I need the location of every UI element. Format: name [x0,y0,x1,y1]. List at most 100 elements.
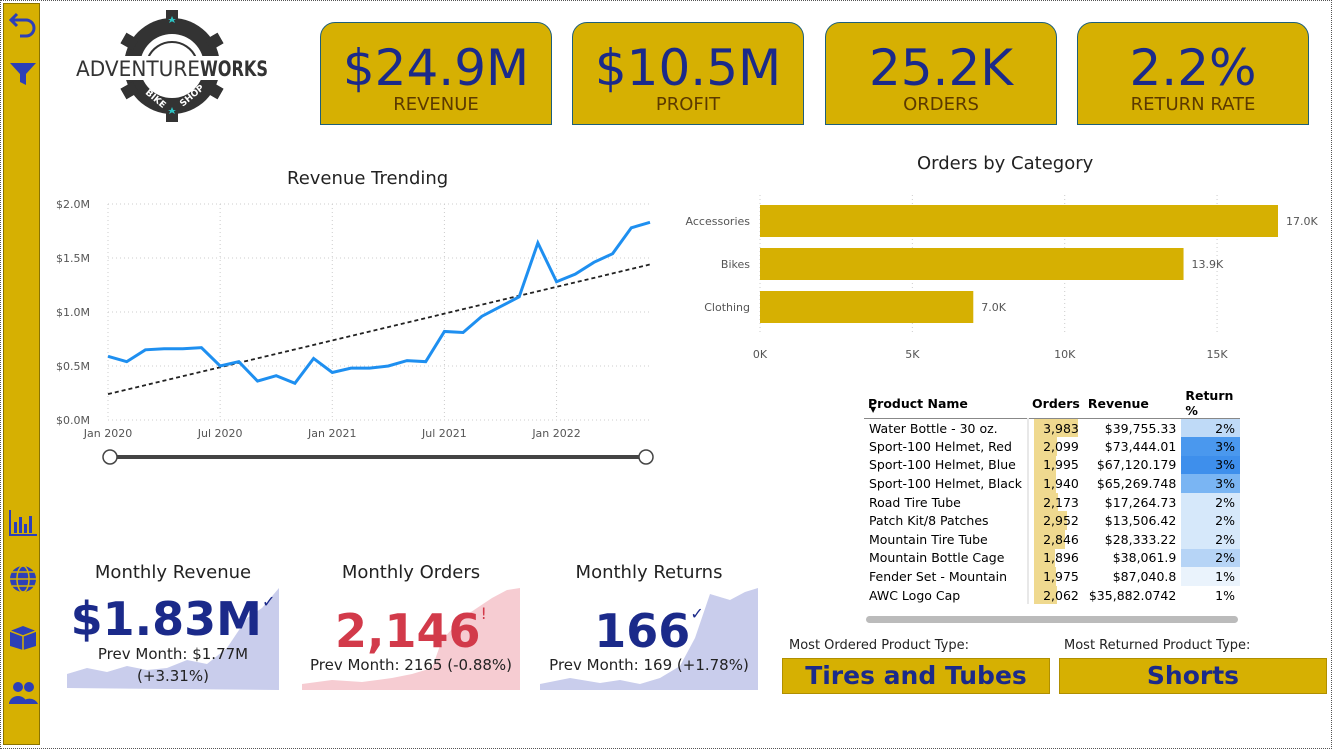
category-label: Clothing [704,301,750,314]
table-row[interactable]: Sport-100 Helmet, Black 1,940 $65,269.748 3… [864,474,1240,493]
y-tick-label: $1.0M [56,306,90,319]
orders-by-category-chart[interactable]: 0K 5K 10K 15K Accessories 17.0K Bikes 13.9K Clot… [670,190,1330,370]
most-ordered-value: Tires and Tubes [782,658,1050,694]
alert-icon: ! [480,604,487,623]
monthly-returns-title: Monthly Returns [575,562,723,583]
revenue-cell: $13,506.42 [1104,513,1177,529]
people-icon[interactable] [8,678,38,708]
x-tick-label: Jul 2020 [197,427,243,440]
adventureworks-logo: ADVENTURE WORKS BIKE SHOP [72,10,272,125]
x-tick-label: Jan 2021 [307,427,356,440]
table-horizontal-scrollbar[interactable] [866,616,1238,623]
monthly-returns-value: 166✓ [594,604,704,658]
revenue-cell: $65,269.748 [1096,476,1177,492]
product-name-cell: Sport-100 Helmet, Blue [869,457,1016,473]
return-cell: 3% [1181,474,1240,493]
check-icon: ✓ [690,604,704,623]
kpi-orders: 25.2K ORDERS [825,22,1057,125]
bar-data-label: 7.0K [981,301,1006,314]
product-name-cell: Sport-100 Helmet, Black [869,476,1022,492]
table-row[interactable]: Sport-100 Helmet, Blue 1,995 $67,120.179 3% [864,455,1240,475]
product-name-cell: Sport-100 Helmet, Red [869,438,1012,454]
kpi-return-rate: 2.2% RETURN RATE [1077,22,1309,125]
revenue-cell: $39,755.33 [1104,420,1177,436]
x-tick-label: 15K [1206,348,1228,361]
table-row[interactable]: Fender Set - Mountain 1,975 $87,040.8 1% [864,567,1240,586]
col-header-revenue[interactable]: Revenue [1083,388,1182,419]
col-header-return[interactable]: Return % [1181,388,1240,419]
table-row[interactable]: Road Tire Tube 2,173 $17,264.73 2% [864,492,1240,512]
category-label: Bikes [721,258,750,271]
revenue-series-line[interactable] [107,220,651,386]
logo-brand-bold: WORKS [200,57,268,81]
back-arrow-icon[interactable] [8,8,38,38]
orders-cell: 2,846 [1027,530,1084,549]
monthly-revenue-prev: Prev Month: $1.77M (+3.31%) [97,645,249,685]
x-tick-label: 10K [1054,348,1076,361]
bar-data-label: 17.0K [1286,215,1318,228]
col-header-product-name[interactable]: Product Name ▼ [864,388,1028,419]
category-chart-title: Orders by Category [917,153,1094,174]
return-cell: 2% [1181,492,1240,512]
x-tick-label: Jul 2021 [421,427,467,440]
return-cell: 3% [1181,437,1240,456]
revenue-cell: $73,444.01 [1104,438,1177,454]
product-name-cell: Water Bottle - 30 oz. [869,420,998,436]
monthly-orders-value: 2,146! [335,604,487,658]
monthly-revenue-value: $1.83M✓ [70,592,276,646]
return-cell: 2% [1181,511,1240,531]
orders-cell: 2,952 [1027,511,1084,531]
monthly-returns-prev: Prev Month: 169 (+1.78%) [549,656,749,674]
category-bar[interactable] [760,205,1278,237]
kpi-label: PROFIT [655,94,721,115]
return-cell: 2% [1181,548,1240,568]
monthly-orders-prev: Prev Month: 2165 (-0.88%) [309,656,513,674]
product-name-cell: Mountain Tire Tube [869,531,988,547]
table-row[interactable]: Patch Kit/8 Patches 2,952 $13,506.42 2% [864,511,1240,531]
product-table[interactable]: Product Name ▼ Orders Revenue Return % Wa… [864,388,1242,628]
revenue-trend-chart[interactable]: $0.0M $0.5M $1.0M $1.5M $2.0M Jan 2020 Jul 202… [40,190,680,470]
kpi-value: 2.2% [1129,39,1257,97]
bar-chart-icon[interactable] [8,508,38,538]
revenue-cell: $28,333.22 [1104,531,1177,547]
orders-cell: 1,896 [1027,548,1084,568]
y-tick-label: $0.0M [56,414,90,427]
x-tick-label: Jan 2022 [531,427,580,440]
orders-cell: 3,983 [1027,418,1084,438]
kpi-value: 25.2K [868,39,1014,97]
monthly-revenue-title: Monthly Revenue [94,562,252,583]
product-name-cell: Fender Set - Mountain [869,569,1008,585]
table-row[interactable]: Mountain Bottle Cage 1,896 $38,061.9 2% [864,548,1240,568]
product-name-cell: AWC Logo Cap [869,587,961,603]
table-row[interactable]: Water Bottle - 30 oz. 3,983 $39,755.33 2% [864,418,1240,438]
revenue-cell: $17,264.73 [1104,494,1177,510]
category-bar[interactable] [760,291,974,323]
most-ordered-label: Most Ordered Product Type: [789,638,969,653]
kpi-label: ORDERS [903,94,979,115]
kpi-label: RETURN RATE [1130,94,1256,115]
col-header-orders[interactable]: Orders [1028,388,1084,419]
y-tick-label: $0.5M [56,360,90,373]
return-cell: 2% [1181,530,1240,549]
x-tick-label: 0K [753,348,768,361]
table-row[interactable]: AWC Logo Cap 2,062 $35,882.0742 1% [864,585,1240,605]
check-icon: ✓ [261,592,276,611]
table-row[interactable]: Mountain Tire Tube 2,846 $28,333.22 2% [864,530,1240,549]
revenue-chart-title: Revenue Trending [287,168,449,189]
table-row[interactable]: Sport-100 Helmet, Red 2,099 $73,444.01 3% [864,437,1240,456]
category-bar[interactable] [760,248,1184,280]
slider-start-handle[interactable] [102,449,118,465]
orders-cell: 2,173 [1027,492,1084,512]
box-icon[interactable] [8,622,38,652]
kpi-value: $10.5M [594,39,782,97]
return-cell: 1% [1181,567,1240,586]
orders-cell: 1,995 [1027,455,1084,475]
filter-icon[interactable] [8,58,38,88]
monthly-orders-title: Monthly Orders [341,562,481,583]
most-returned-value: Shorts [1059,658,1327,694]
kpi-revenue: $24.9M REVENUE [320,22,552,125]
globe-icon[interactable] [8,564,38,594]
product-name-cell: Mountain Bottle Cage [869,550,1005,566]
revenue-cell: $67,120.179 [1096,457,1177,473]
slider-end-handle[interactable] [638,449,654,465]
